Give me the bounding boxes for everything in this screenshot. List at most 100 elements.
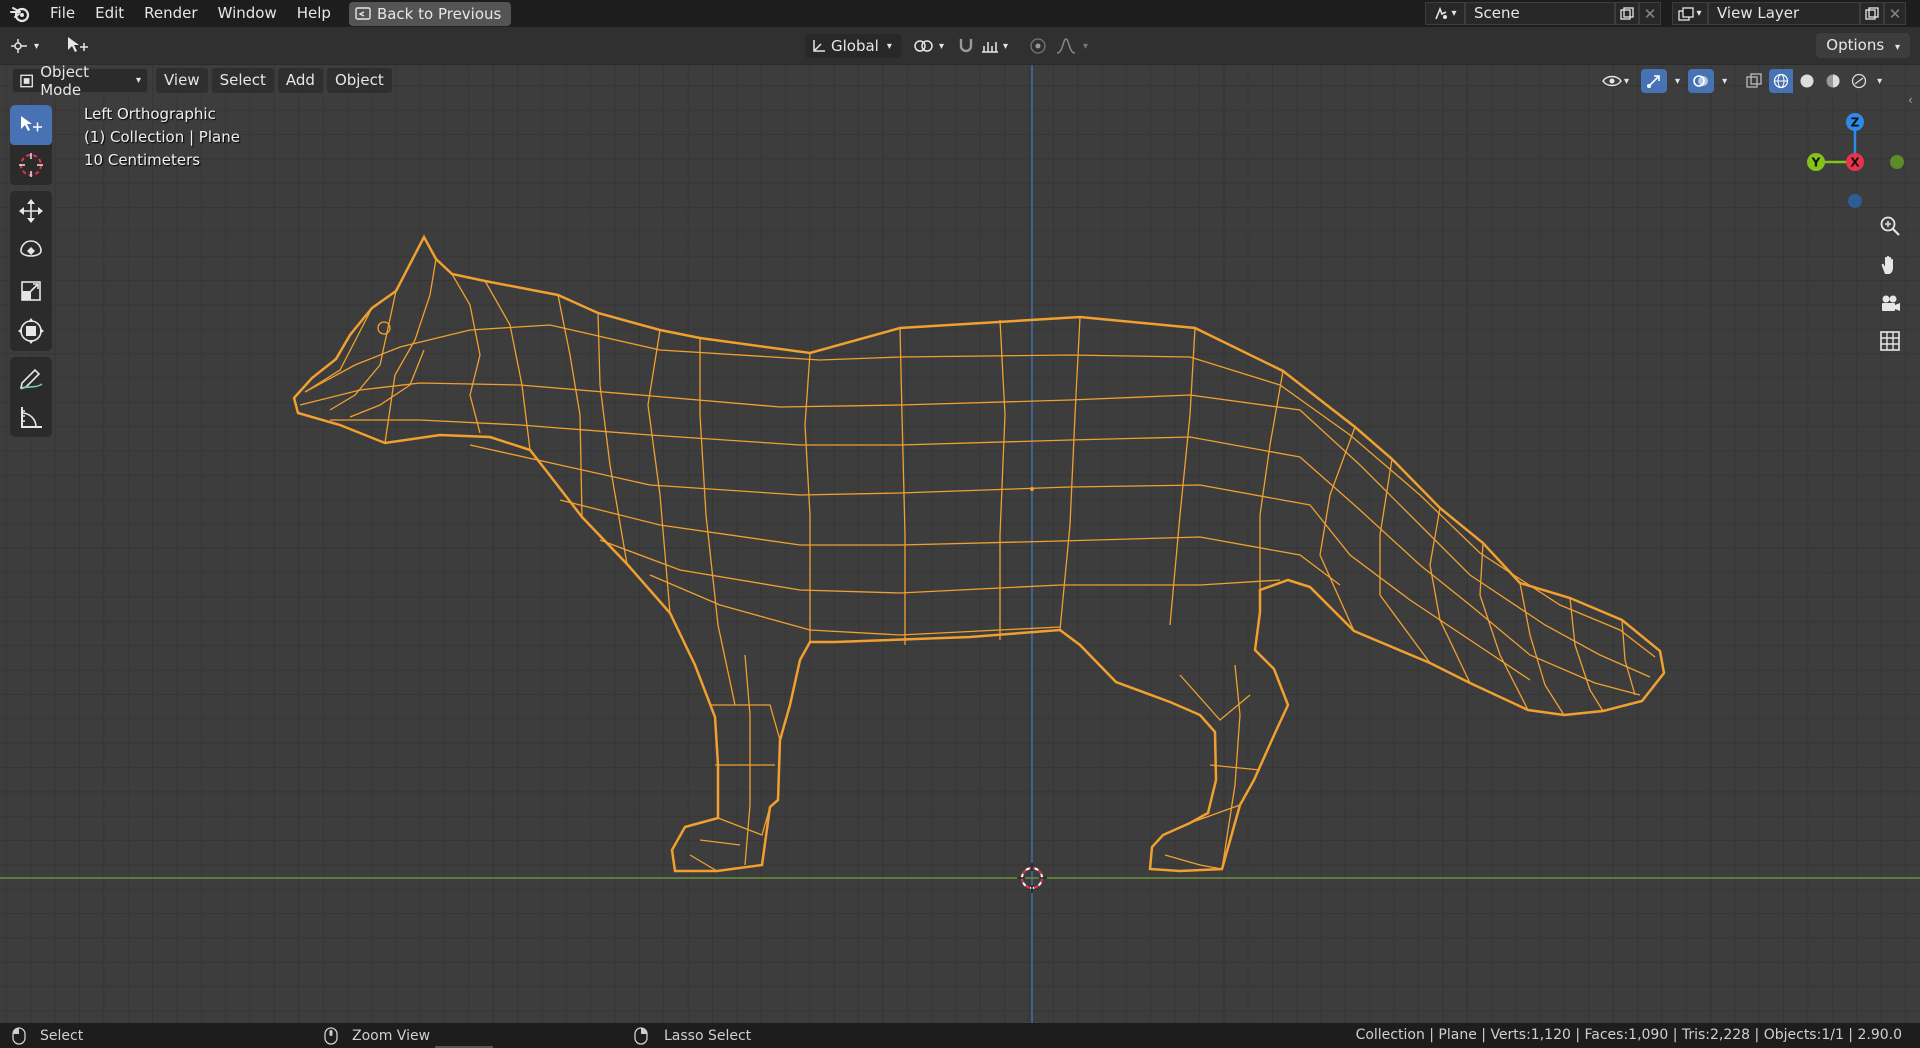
- view-layer-icon: [1678, 6, 1695, 21]
- duplicate-icon: [1620, 6, 1634, 20]
- viewport-menu-view[interactable]: View: [156, 68, 208, 93]
- scene-statistics: Collection | Plane | Verts:1,120 | Faces…: [1355, 1027, 1902, 1043]
- menu-file[interactable]: File: [40, 0, 85, 27]
- move-tool[interactable]: [10, 191, 52, 231]
- transform-icon: [18, 318, 44, 344]
- editor-type-dropdown[interactable]: ▾: [10, 34, 39, 58]
- solid-sphere-icon: [1800, 74, 1814, 88]
- scene-browse-button[interactable]: ▾: [1425, 2, 1465, 25]
- pencil-icon: [19, 368, 43, 390]
- transform-orientation-dropdown[interactable]: Global ▾: [805, 34, 901, 58]
- menu-edit[interactable]: Edit: [85, 0, 134, 27]
- tool-settings-header: ▾ Global ▾ ▾ ▾ ▾ Options ▾: [0, 27, 1920, 65]
- scale-tool[interactable]: [10, 271, 52, 311]
- object-mode-dropdown[interactable]: Object Mode ▾: [12, 65, 148, 99]
- annotate-tool[interactable]: [10, 357, 52, 397]
- menu-render[interactable]: Render: [134, 0, 207, 27]
- chevron-down-icon: ▾: [886, 40, 892, 52]
- menu-help[interactable]: Help: [287, 0, 341, 27]
- chevron-down-icon[interactable]: ▾: [1669, 76, 1686, 87]
- scene-name-field[interactable]: Scene: [1465, 2, 1615, 25]
- eye-icon: [1602, 75, 1622, 87]
- pivot-point-dropdown[interactable]: ▾: [913, 34, 944, 58]
- view-name-label: Left Orthographic: [84, 105, 216, 123]
- cursor-target-icon: [19, 153, 43, 177]
- gizmo-y-label: Y: [1811, 156, 1821, 170]
- pan-view-button[interactable]: [1875, 250, 1905, 280]
- 3d-viewport[interactable]: Object Mode ▾ View Select Add Object ▾ ▾…: [0, 65, 1920, 1023]
- grid-scale-label: 10 Centimeters: [84, 151, 201, 169]
- overlays-toggle-button[interactable]: [1688, 69, 1715, 93]
- mouse-right-icon: [634, 1026, 648, 1045]
- transform-tool[interactable]: [10, 311, 52, 351]
- camera-icon: [1882, 295, 1900, 311]
- chevron-down-icon[interactable]: ▾: [1873, 76, 1886, 87]
- scene-icon: [1435, 6, 1448, 19]
- chevron-down-icon: ▾: [1696, 8, 1702, 19]
- gizmo-toggle-button[interactable]: [1641, 69, 1668, 93]
- shading-solid-button[interactable]: [1795, 69, 1820, 93]
- new-view-layer-button[interactable]: [1860, 2, 1884, 25]
- view-layer-name-field[interactable]: View Layer: [1708, 2, 1860, 25]
- status-zoom-hint: Zoom View: [324, 1023, 430, 1048]
- gizmo-neg-z-axis[interactable]: [1848, 194, 1862, 208]
- viewport-menu-select[interactable]: Select: [211, 68, 274, 93]
- chevron-down-icon[interactable]: ▾: [1003, 41, 1008, 52]
- shading-material-button[interactable]: [1821, 69, 1846, 93]
- camera-view-button[interactable]: [1875, 289, 1905, 319]
- duplicate-icon: [1865, 6, 1879, 20]
- select-box-tool[interactable]: [10, 105, 52, 145]
- xray-icon: [1746, 73, 1762, 88]
- back-to-previous-button[interactable]: Back to Previous: [348, 1, 512, 26]
- view-layer-browse-button[interactable]: ▾: [1672, 2, 1708, 25]
- zoom-view-button[interactable]: [1875, 211, 1905, 241]
- animal-wireframe-mesh[interactable]: [292, 234, 1666, 873]
- transform-tool-button[interactable]: [66, 34, 90, 58]
- cursor-tool[interactable]: [10, 145, 52, 185]
- orientation-axes-icon: [813, 40, 825, 52]
- material-sphere-icon: [1826, 74, 1840, 88]
- blender-logo-icon[interactable]: [0, 0, 40, 27]
- options-dropdown[interactable]: Options ▾: [1816, 33, 1910, 58]
- wireframe-sphere-icon: [1773, 73, 1789, 89]
- view-layer-selector: ▾ View Layer ✕: [1672, 2, 1906, 25]
- object-origin-dot: [1030, 487, 1034, 491]
- snap-increment-icon[interactable]: [979, 36, 1001, 56]
- close-icon: ✕: [1888, 4, 1902, 23]
- falloff-curve-icon[interactable]: [1055, 36, 1077, 56]
- viewport-menu-add[interactable]: Add: [277, 68, 323, 93]
- rotate-tool[interactable]: [10, 231, 52, 271]
- delete-view-layer-button[interactable]: ✕: [1884, 2, 1906, 25]
- menu-window[interactable]: Window: [208, 0, 287, 27]
- new-scene-button[interactable]: [1615, 2, 1639, 25]
- snap-group: ▾: [955, 34, 1008, 58]
- shading-wireframe-button[interactable]: [1769, 69, 1794, 93]
- proportional-edit-group: ▾: [1027, 34, 1088, 58]
- chevron-down-icon: ▾: [34, 40, 40, 52]
- xray-toggle-button[interactable]: [1741, 69, 1767, 93]
- toggle-perspective-button[interactable]: [1875, 326, 1905, 356]
- select-box-icon: [21, 116, 42, 132]
- select-move-icon: [68, 37, 88, 52]
- viewport-menu-object[interactable]: Object: [326, 68, 392, 93]
- chevron-down-icon[interactable]: ▾: [1716, 76, 1733, 87]
- navigation-gizmo[interactable]: Z Y X: [1800, 105, 1910, 215]
- measure-tool[interactable]: [10, 397, 52, 437]
- move-arrows-icon: [19, 199, 43, 223]
- sidebar-toggle-arrow[interactable]: ‹: [1908, 93, 1913, 107]
- shading-rendered-button[interactable]: [1847, 69, 1872, 93]
- object-mode-icon: [20, 74, 33, 87]
- chevron-down-icon: ▾: [135, 75, 141, 86]
- snap-magnet-icon[interactable]: [955, 36, 977, 56]
- proportional-editing-icon[interactable]: [1027, 36, 1049, 56]
- hand-icon: [1881, 255, 1893, 274]
- lasso-hint-label: Lasso Select: [664, 1027, 752, 1044]
- gizmo-neg-y-axis[interactable]: [1890, 155, 1904, 169]
- options-label: Options: [1826, 36, 1885, 54]
- gizmo-arrows-icon: [1647, 75, 1660, 88]
- delete-scene-button[interactable]: ✕: [1639, 2, 1661, 25]
- chevron-down-icon[interactable]: ▾: [1083, 41, 1088, 52]
- visibility-dropdown[interactable]: ▾: [1598, 73, 1633, 89]
- chevron-down-icon: ▾: [1624, 75, 1630, 87]
- scale-icon: [21, 281, 41, 301]
